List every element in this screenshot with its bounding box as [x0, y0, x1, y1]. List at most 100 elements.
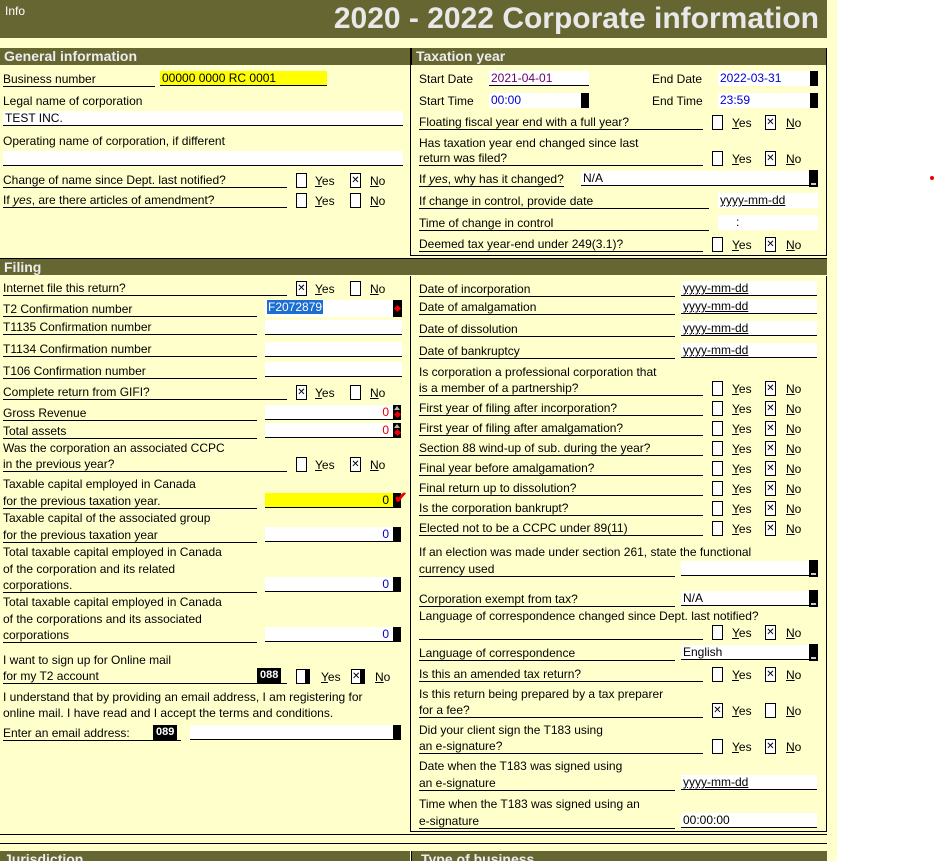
email-field[interactable]	[190, 725, 393, 740]
elected-not-ccpc-yes-checkbox[interactable]	[712, 521, 723, 536]
end-date-dropdown-button[interactable]	[810, 71, 818, 86]
amendment-no-checkbox[interactable]	[350, 193, 361, 208]
t1134-confirmation-field[interactable]	[265, 342, 402, 357]
language-dropdown-icon[interactable]	[809, 644, 818, 661]
tc-related-button[interactable]	[393, 577, 401, 592]
tc-related-field[interactable]: 0	[265, 577, 393, 592]
total-assets-spinner[interactable]	[393, 423, 402, 438]
gifi-yes-checkbox[interactable]	[296, 385, 307, 400]
year-end-changed-label-2: return was filed?	[419, 151, 703, 166]
start-time-spinner-button[interactable]	[581, 93, 589, 108]
amalgamation-date-label: Date of amalgamation	[419, 300, 675, 315]
assoc-ccpc-no-checkbox[interactable]	[350, 457, 361, 472]
internet-file-no-checkbox[interactable]	[350, 281, 361, 296]
t2-confirmation-field[interactable]: F2072879	[265, 300, 394, 317]
operating-name-field[interactable]	[3, 151, 403, 166]
end-date-field[interactable]: 2022-03-31	[718, 71, 810, 86]
tc-assoc-field[interactable]: 0	[265, 627, 393, 642]
business-number-field[interactable]: 00000 0000 RC 0001	[160, 71, 327, 86]
no-option-label: No	[786, 522, 802, 536]
currency-dropdown-icon[interactable]	[809, 560, 818, 577]
name-change-no-checkbox[interactable]	[350, 173, 361, 188]
tc-group-label-2: for the previous taxation year	[3, 528, 257, 543]
tc-group-button[interactable]	[393, 527, 401, 542]
deemed-yes-checkbox[interactable]	[712, 237, 723, 252]
incorporation-date-field[interactable]: yyyy-mm-dd	[681, 281, 817, 296]
why-changed-select[interactable]: N/A	[581, 171, 809, 186]
internet-file-yes-checkbox[interactable]	[296, 281, 307, 296]
online-mail-no-checkbox[interactable]	[351, 669, 365, 684]
end-time-field[interactable]: 23:59	[718, 93, 810, 108]
exempt-dropdown-icon[interactable]	[809, 590, 818, 607]
final-return-dissolution-no-checkbox[interactable]	[765, 481, 776, 496]
esig-label: an e-signature?	[419, 739, 703, 754]
dissolution-date-field[interactable]: yyyy-mm-dd	[681, 321, 817, 336]
professional-corp-no-checkbox[interactable]	[765, 381, 776, 396]
language-select[interactable]: English	[681, 645, 809, 660]
final-year-amalgamation-no-checkbox[interactable]	[765, 461, 776, 476]
first-year-amalgamation-no-checkbox[interactable]	[765, 421, 776, 436]
esig-yes-checkbox[interactable]	[712, 739, 723, 754]
start-date-field[interactable]: 2021-04-01	[489, 71, 589, 86]
exempt-select[interactable]: N/A	[681, 591, 809, 606]
online-mail-label-1: I want to sign up for Online mail	[3, 653, 172, 667]
gross-revenue-spinner[interactable]	[393, 405, 402, 420]
consent-text-1: I understand that by providing an email …	[3, 690, 363, 704]
control-time-field[interactable]: :	[718, 215, 818, 230]
floating-fiscal-label: Floating fiscal year end with a full yea…	[419, 115, 703, 130]
gross-revenue-field[interactable]: 0	[265, 405, 393, 420]
email-button[interactable]	[393, 725, 401, 740]
tc-prev-field[interactable]: 0	[265, 493, 393, 508]
lang-changed-yes-checkbox[interactable]	[712, 625, 723, 640]
bankrupt-no-checkbox[interactable]	[765, 501, 776, 516]
section-88-no-checkbox[interactable]	[765, 441, 776, 456]
start-time-field[interactable]: 00:00	[489, 93, 581, 108]
esig-date-field[interactable]: yyyy-mm-dd	[681, 775, 817, 790]
tc-group-field[interactable]: 0	[265, 527, 393, 542]
final-year-amalgamation-yes-checkbox[interactable]	[712, 461, 723, 476]
first-year-amalgamation-yes-checkbox[interactable]	[712, 421, 723, 436]
lang-changed-no-checkbox[interactable]	[765, 625, 776, 640]
online-mail-yes-checkbox[interactable]	[296, 669, 310, 684]
gifi-no-checkbox[interactable]	[350, 385, 361, 400]
t106-confirmation-field[interactable]	[265, 362, 402, 377]
total-assets-field[interactable]: 0	[265, 423, 393, 438]
first-year-incorporation-no-checkbox[interactable]	[765, 401, 776, 416]
floating-no-checkbox[interactable]	[765, 115, 776, 130]
tc-assoc-label-3: corporations	[3, 628, 257, 643]
section-filing: Filing	[0, 258, 827, 275]
year-end-changed-no-checkbox[interactable]	[765, 151, 776, 166]
bankruptcy-date-field[interactable]: yyyy-mm-dd	[681, 343, 817, 358]
end-time-spinner-button[interactable]	[810, 93, 818, 108]
elected-not-ccpc-no-checkbox[interactable]	[765, 521, 776, 536]
yes-option-label: Yes	[732, 740, 752, 754]
name-change-yes-checkbox[interactable]	[296, 173, 307, 188]
bankrupt-yes-checkbox[interactable]	[712, 501, 723, 516]
first-year-incorporation-yes-checkbox[interactable]	[712, 401, 723, 416]
tax-preparer-yes-checkbox[interactable]	[712, 703, 723, 718]
final-return-dissolution-yes-checkbox[interactable]	[712, 481, 723, 496]
esig-time-field[interactable]: 00:00:00	[681, 813, 817, 828]
required-marker-icon	[393, 300, 402, 317]
amalgamation-date-field[interactable]: yyyy-mm-dd	[681, 299, 817, 314]
amended-return-yes-checkbox[interactable]	[712, 667, 723, 682]
tc-related-label-1: Total taxable capital employed in Canada	[3, 545, 222, 559]
t1135-confirmation-field[interactable]	[265, 320, 402, 335]
checkmark-icon: ✔	[394, 490, 408, 507]
why-changed-dropdown-icon[interactable]	[809, 170, 818, 187]
info-label[interactable]: Info	[5, 4, 25, 18]
amendment-yes-checkbox[interactable]	[296, 193, 307, 208]
year-end-changed-yes-checkbox[interactable]	[712, 151, 723, 166]
esig-no-checkbox[interactable]	[765, 739, 776, 754]
section-88-yes-checkbox[interactable]	[712, 441, 723, 456]
amended-return-no-checkbox[interactable]	[765, 667, 776, 682]
tax-preparer-no-checkbox[interactable]	[765, 703, 776, 718]
currency-select[interactable]	[681, 561, 809, 576]
professional-corp-yes-checkbox[interactable]	[712, 381, 723, 396]
legal-name-field[interactable]: TEST INC.	[3, 111, 403, 126]
tc-assoc-button[interactable]	[393, 627, 401, 642]
floating-yes-checkbox[interactable]	[712, 115, 723, 130]
control-date-field[interactable]: yyyy-mm-dd	[718, 193, 818, 208]
deemed-no-checkbox[interactable]	[765, 237, 776, 252]
assoc-ccpc-yes-checkbox[interactable]	[296, 457, 307, 472]
